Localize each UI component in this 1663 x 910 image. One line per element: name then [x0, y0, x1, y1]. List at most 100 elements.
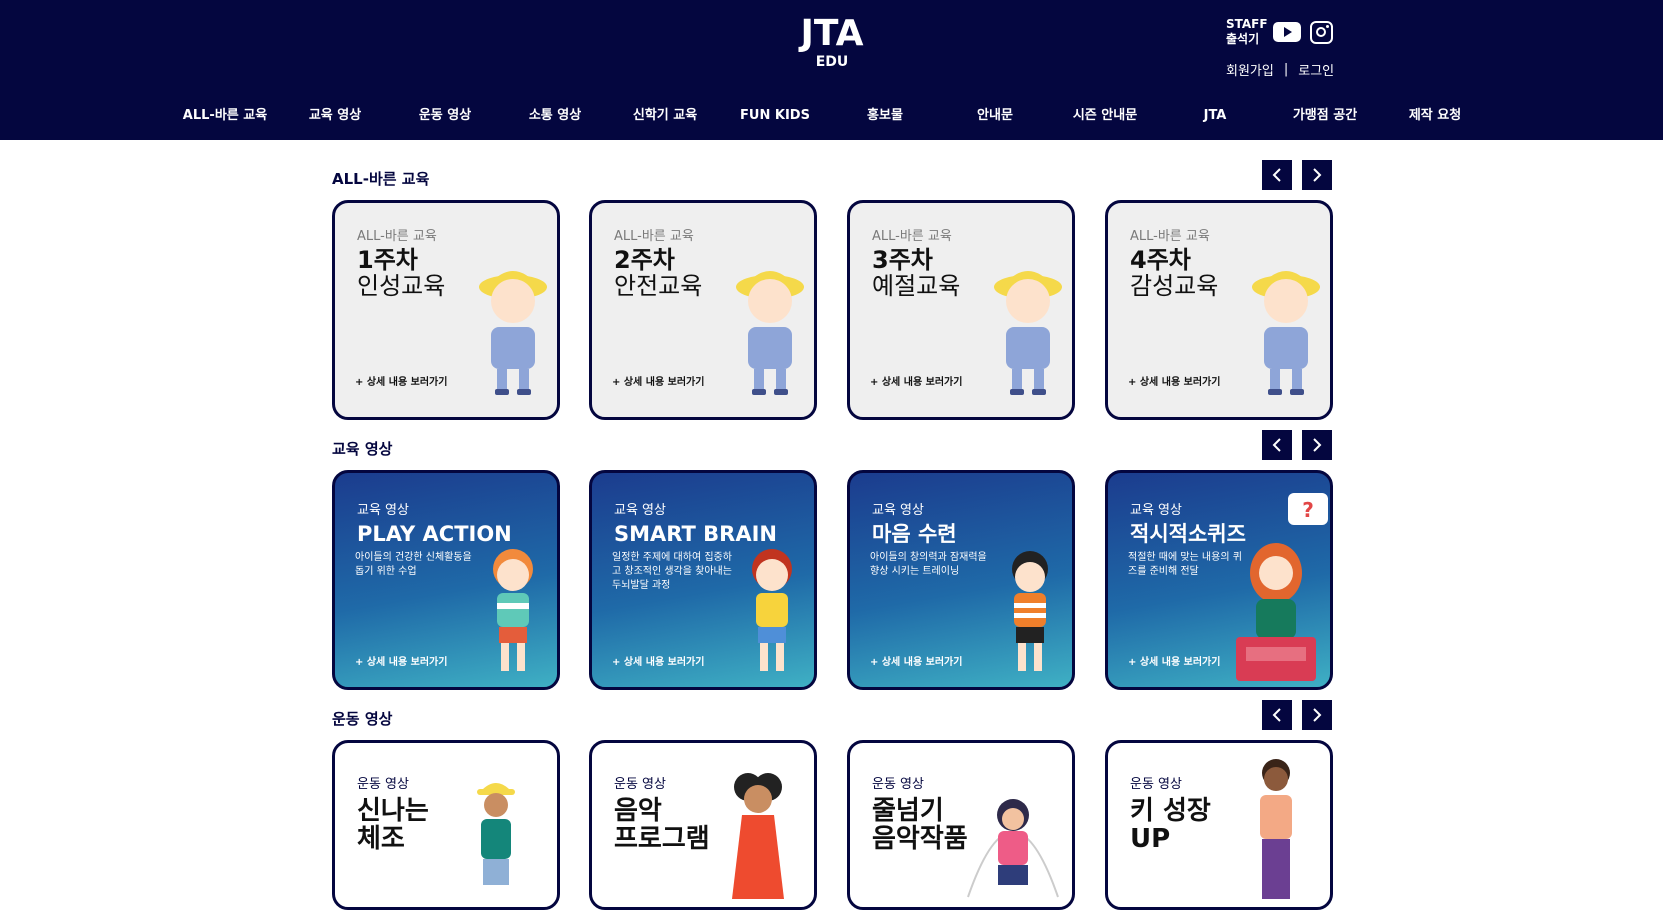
card-title: 4주차 — [1130, 246, 1191, 274]
card-jump-rope-music[interactable]: 운동 영상 줄넘기 음악작품 — [847, 740, 1075, 910]
next-button[interactable] — [1302, 700, 1332, 730]
card-category: 운동 영상 — [872, 777, 924, 792]
card-category: ALL-바른 교육 — [357, 229, 437, 244]
child-illustration — [1252, 271, 1320, 395]
card-title: PLAY ACTION — [357, 522, 512, 546]
youtube-icon[interactable] — [1273, 22, 1301, 42]
card-play-action[interactable]: 교육 영상 PLAY ACTION 아이들의 건강한 신체활동을 돕기 위한 수… — [332, 470, 560, 690]
svg-text:?: ? — [1302, 498, 1314, 522]
card-quiz[interactable]: 교육 영상 적시적소퀴즈 적절한 때에 맞는 내용의 퀴즈를 준비해 전달 + … — [1105, 470, 1333, 690]
card-description: 아이들의 건강한 신체활동을 돕기 위한 수업 — [355, 552, 472, 577]
divider: | — [1283, 61, 1289, 77]
chevron-left-icon — [1272, 708, 1281, 722]
card-category: 교육 영상 — [614, 503, 666, 518]
chevron-left-icon — [1272, 168, 1281, 182]
card-more-link[interactable]: + 상세 내용 보러가기 — [870, 373, 962, 388]
card-more-link[interactable]: + 상세 내용 보러가기 — [612, 373, 704, 388]
nav-item-season-notice[interactable]: 시즌 안내문 — [1050, 104, 1160, 128]
card-more-link[interactable]: + 상세 내용 보러가기 — [1128, 373, 1220, 388]
card-title: 2주차 — [614, 246, 675, 274]
card-week3[interactable]: ALL-바른 교육 3주차 예절교육 + 상세 내용 보러가기 — [847, 200, 1075, 420]
card-category: 운동 영상 — [614, 777, 666, 792]
nav-item-notice[interactable]: 안내문 — [940, 104, 1050, 128]
child-illustration — [1012, 551, 1048, 671]
child-illustration — [732, 773, 784, 899]
card-smart-brain[interactable]: 교육 영상 SMART BRAIN 일정한 주제에 대하여 집중하고 창조적인 … — [589, 470, 817, 690]
nav-item-jta[interactable]: JTA — [1160, 104, 1270, 128]
section-title: 교육 영상 — [332, 440, 393, 458]
card-category: 교육 영상 — [357, 503, 409, 518]
card-category: 교육 영상 — [872, 503, 924, 518]
card-category: 교육 영상 — [1130, 503, 1182, 518]
card-title: 줄넘기 — [872, 796, 944, 826]
child-illustration — [479, 271, 547, 395]
card-week1[interactable]: ALL-바른 교육 1주차 인성교육 + 상세 내용 보러가기 — [332, 200, 560, 420]
prev-button[interactable] — [1262, 430, 1292, 460]
card-category: ALL-바른 교육 — [872, 229, 952, 244]
nav-item-exercise-video[interactable]: 운동 영상 — [390, 104, 500, 128]
card-mind-training[interactable]: 교육 영상 마음 수련 아이들의 창의력과 잠재력을 향상 시키는 트레이닝 +… — [847, 470, 1075, 690]
card-week2[interactable]: ALL-바른 교육 2주차 안전교육 + 상세 내용 보러가기 — [589, 200, 817, 420]
logo-subtext: EDU — [815, 54, 849, 70]
next-button[interactable] — [1302, 430, 1332, 460]
card-music-program[interactable]: 운동 영상 음악 프로그램 — [589, 740, 817, 910]
child-illustration — [477, 783, 515, 885]
staff-attendance-link[interactable]: STAFF 출석기 — [1226, 17, 1268, 47]
nav-item-franchise[interactable]: 가맹점 공간 — [1270, 104, 1380, 128]
auth-links: 회원가입 | 로그인 — [1226, 60, 1334, 79]
card-title: 신나는 — [357, 796, 429, 826]
prev-button[interactable] — [1262, 700, 1292, 730]
card-category: 운동 영상 — [357, 777, 409, 792]
nav-item-education-video[interactable]: 교육 영상 — [280, 104, 390, 128]
nav-item-fun-kids[interactable]: FUN KIDS — [720, 104, 830, 128]
card-height-growth[interactable]: 운동 영상 키 성장 UP — [1105, 740, 1333, 910]
card-subtitle: 음악작품 — [872, 824, 968, 854]
card-more-link[interactable]: + 상세 내용 보러가기 — [870, 653, 962, 668]
child-illustration — [967, 799, 1059, 898]
card-title: SMART BRAIN — [614, 522, 777, 546]
section-title: 운동 영상 — [332, 710, 393, 728]
site-header: JTA EDU STAFF 출석기 회원가입 | 로그인 ALL-바른 교육 교… — [0, 0, 1663, 140]
chevron-left-icon — [1272, 438, 1281, 452]
card-subtitle: 안전교육 — [614, 272, 703, 300]
card-subtitle: 예절교육 — [872, 272, 961, 300]
quiz-host-illustration: ? — [1236, 493, 1328, 681]
card-more-link[interactable]: + 상세 내용 보러가기 — [355, 653, 447, 668]
card-category: ALL-바른 교육 — [614, 229, 694, 244]
section-title: ALL-바른 교육 — [332, 170, 430, 188]
card-subtitle: 인성교육 — [357, 272, 446, 300]
card-title: 1주차 — [357, 246, 418, 274]
card-fun-gymnastics[interactable]: 운동 영상 신나는 체조 — [332, 740, 560, 910]
child-illustration — [1260, 759, 1292, 899]
child-illustration — [994, 271, 1062, 395]
main-nav: ALL-바른 교육 교육 영상 운동 영상 소통 영상 신학기 교육 FUN K… — [170, 104, 1490, 128]
nav-item-request[interactable]: 제작 요청 — [1380, 104, 1490, 128]
prev-button[interactable] — [1262, 160, 1292, 190]
card-more-link[interactable]: + 상세 내용 보러가기 — [1128, 653, 1220, 668]
nav-item-all-education[interactable]: ALL-바른 교육 — [170, 104, 280, 128]
signup-link[interactable]: 회원가입 — [1226, 60, 1274, 79]
card-more-link[interactable]: + 상세 내용 보러가기 — [612, 653, 704, 668]
card-description: 아이들의 창의력과 잠재력을 향상 시키는 트레이닝 — [870, 552, 987, 577]
logo-text: JTA — [800, 13, 864, 54]
chevron-right-icon — [1313, 438, 1322, 452]
card-title: 음악 — [614, 796, 662, 826]
attendance-label: 출석기 — [1226, 32, 1260, 46]
instagram-icon[interactable] — [1310, 21, 1333, 44]
staff-label: STAFF — [1226, 17, 1268, 31]
nav-item-promo[interactable]: 홍보물 — [830, 104, 940, 128]
card-subtitle: UP — [1130, 824, 1171, 854]
child-illustration — [493, 549, 533, 671]
nav-item-communication-video[interactable]: 소통 영상 — [500, 104, 610, 128]
card-subtitle: 감성교육 — [1130, 272, 1219, 300]
card-subtitle: 체조 — [357, 824, 405, 854]
next-button[interactable] — [1302, 160, 1332, 190]
chevron-right-icon — [1313, 168, 1322, 182]
card-title: 3주차 — [872, 246, 933, 274]
card-more-link[interactable]: + 상세 내용 보러가기 — [355, 373, 447, 388]
jta-edu-logo[interactable]: JTA EDU — [786, 16, 878, 72]
card-week4[interactable]: ALL-바른 교육 4주차 감성교육 + 상세 내용 보러가기 — [1105, 200, 1333, 420]
card-category: ALL-바른 교육 — [1130, 229, 1210, 244]
login-link[interactable]: 로그인 — [1298, 60, 1334, 79]
nav-item-new-semester[interactable]: 신학기 교육 — [610, 104, 720, 128]
